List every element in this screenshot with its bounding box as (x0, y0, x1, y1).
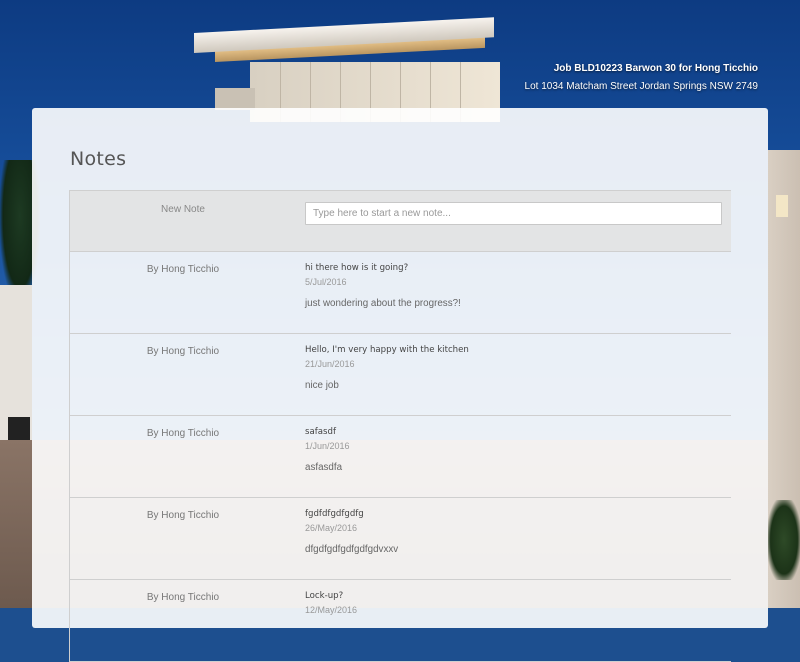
job-address: Lot 1034 Matcham Street Jordan Springs N… (524, 81, 758, 92)
fence (0, 285, 32, 455)
chimney (215, 88, 255, 110)
note-row: By Hong Ticchio fgdfdfgdfgdfg 26/May/201… (69, 497, 731, 579)
note-author: By Hong Ticchio (69, 252, 296, 333)
note-content: hi there how is it going? 5/Jul/2016 jus… (296, 252, 731, 333)
shrub (768, 500, 800, 580)
note-date: 1/Jun/2016 (305, 441, 350, 451)
note-content: fgdfdfgdfgdfg 26/May/2016 dfgdfgdfgdfgdf… (296, 498, 731, 579)
note-content: Lock-up? 12/May/2016 (296, 580, 731, 661)
new-note-input[interactable] (305, 202, 722, 225)
note-row: By Hong Ticchio Lock-up? 12/May/2016 (69, 579, 731, 662)
note-title: hi there how is it going? (305, 263, 409, 273)
job-info: Job BLD10223 Barwon 30 for Hong Ticchio … (525, 60, 758, 96)
note-body: dfgdfgdfgdfgdfgdvxxv (305, 544, 399, 555)
wall-lamp (776, 195, 788, 217)
note-title: Hello, I'm very happy with the kitchen (305, 345, 469, 355)
new-note-row: New Note (69, 190, 731, 251)
new-note-label: New Note (69, 191, 296, 251)
note-title: fgdfdfgdfgdfg (305, 509, 364, 519)
note-author: By Hong Ticchio (69, 416, 296, 497)
note-title: Lock-up? (305, 591, 344, 601)
note-body: asfasdfa (305, 462, 343, 473)
note-author: By Hong Ticchio (69, 334, 296, 415)
new-note-cell (296, 191, 731, 251)
note-body: nice job (305, 380, 339, 391)
note-date: 26/May/2016 (305, 523, 358, 533)
note-row: By Hong Ticchio hi there how is it going… (69, 251, 731, 333)
note-row: By Hong Ticchio Hello, I'm very happy wi… (69, 333, 731, 415)
note-author: By Hong Ticchio (69, 498, 296, 579)
note-row: By Hong Ticchio safasdf 1/Jun/2016 asfas… (69, 415, 731, 497)
page-title: Notes (70, 148, 127, 170)
notes-table: New Note By Hong Ticchio hi there how is… (69, 190, 731, 662)
note-date: 5/Jul/2016 (305, 277, 347, 287)
note-author: By Hong Ticchio (69, 580, 296, 661)
note-date: 12/May/2016 (305, 605, 358, 615)
job-title: Job BLD10223 Barwon 30 for Hong Ticchio (553, 63, 758, 74)
note-body: just wondering about the progress?! (305, 298, 461, 309)
notes-panel: Notes New Note By Hong Ticchio hi there … (32, 108, 768, 662)
note-content: safasdf 1/Jun/2016 asfasdfa (296, 416, 731, 497)
note-content: Hello, I'm very happy with the kitchen 2… (296, 334, 731, 415)
note-date: 21/Jun/2016 (305, 359, 355, 369)
side-wall (768, 150, 800, 608)
note-title: safasdf (305, 427, 336, 437)
